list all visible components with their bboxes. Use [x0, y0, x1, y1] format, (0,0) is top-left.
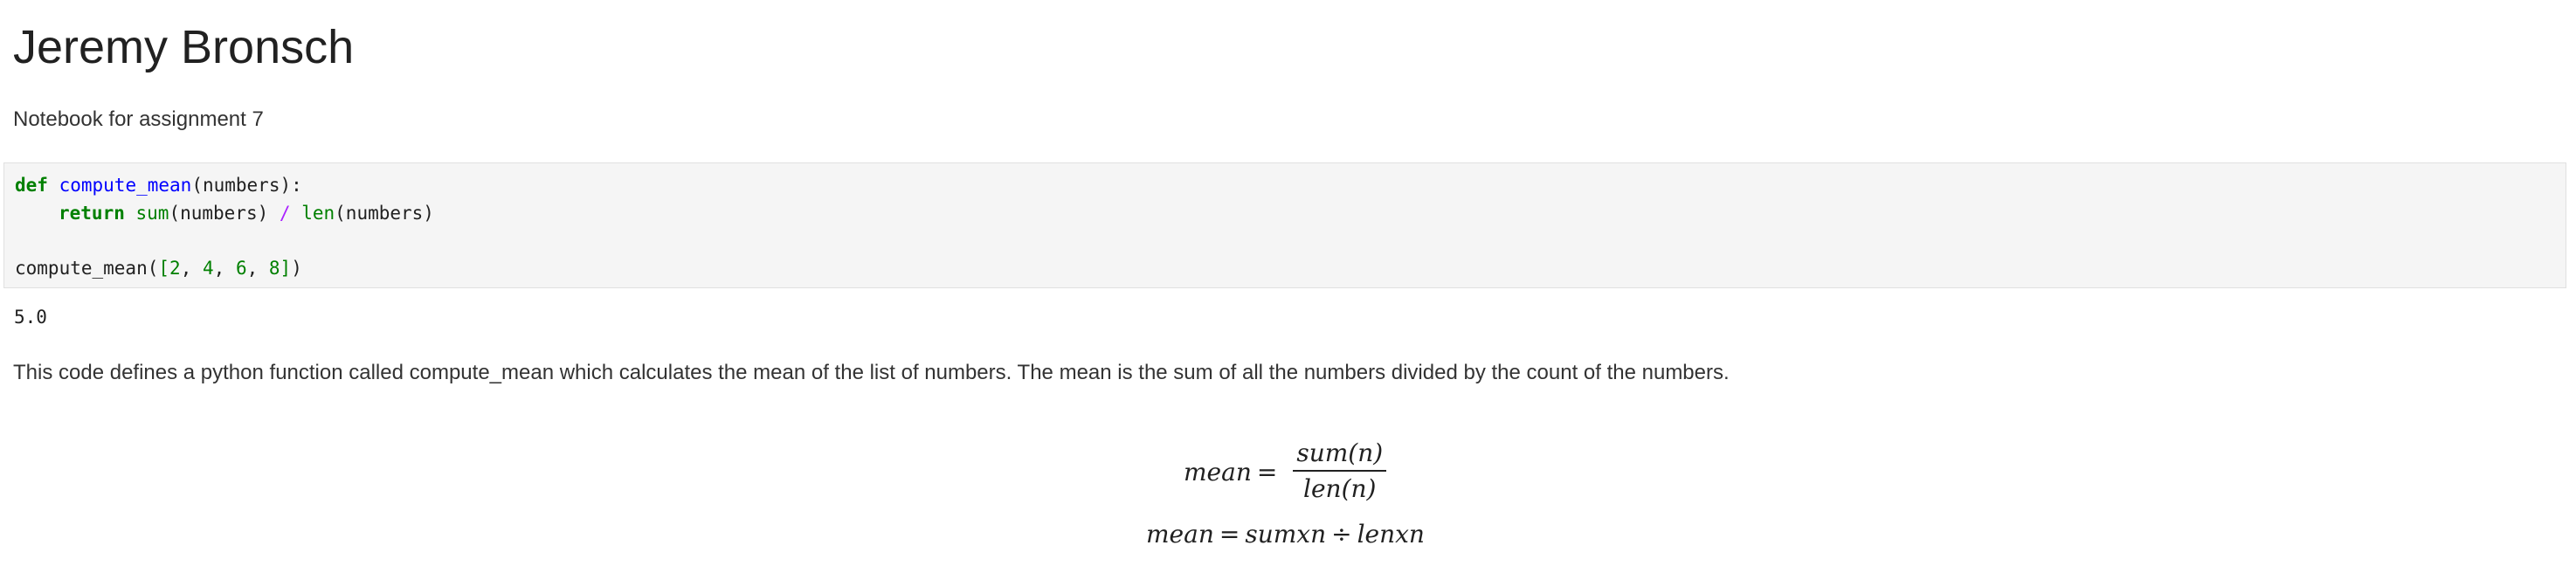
equation-lhs: mean: [1146, 520, 1214, 549]
call-close-paren: ): [291, 258, 302, 279]
divide-sign: ÷: [1331, 520, 1352, 549]
notebook-title: Jeremy Bronsch: [13, 21, 355, 73]
len-args: (numbers): [335, 203, 434, 224]
notebook: Jeremy Bronsch Notebook for assignment 7…: [0, 0, 2576, 566]
list-number: 8: [268, 258, 280, 279]
call-name: compute_mean(: [15, 258, 159, 279]
equation-right-term: lenxn: [1357, 520, 1425, 549]
markdown-description: This code defines a python function call…: [13, 361, 1730, 384]
code-line-1: def compute_mean(numbers):: [15, 172, 302, 198]
list-close-bracket: ]: [280, 258, 292, 279]
function-params: (numbers):: [191, 175, 302, 196]
list-separator: ,: [246, 258, 269, 279]
fraction-numerator: sum(n): [1293, 438, 1387, 472]
code-line-4: compute_mean([2, 4, 6, 8]): [15, 255, 302, 281]
list-separator: ,: [213, 258, 236, 279]
equation-lhs: mean: [1184, 457, 1252, 487]
code-cell[interactable]: def compute_mean(numbers): return sum(nu…: [3, 162, 2566, 288]
list-open-bracket: [: [158, 258, 170, 279]
builtin-len: len: [301, 203, 335, 224]
list-separator: ,: [180, 258, 203, 279]
operator-divide: /: [279, 203, 291, 224]
function-name: compute_mean: [59, 175, 192, 196]
equation-left-term: sumxn: [1245, 520, 1327, 549]
fraction-denominator: len(n): [1303, 474, 1377, 503]
builtin-sum: sum: [135, 203, 169, 224]
keyword-def: def: [15, 175, 48, 196]
list-number: 6: [235, 258, 247, 279]
cell-output: 5.0: [14, 307, 47, 328]
list-number: 2: [169, 258, 181, 279]
equation-division: mean = sumxn ÷ lenxn: [1146, 517, 1425, 552]
equals-sign: =: [1219, 520, 1240, 549]
keyword-return: return: [59, 203, 125, 224]
sum-args: (numbers): [169, 203, 269, 224]
equation-fraction: mean = sum(n) len(n): [1184, 437, 1387, 507]
notebook-subtitle: Notebook for assignment 7: [13, 107, 264, 131]
fraction: sum(n) len(n): [1293, 438, 1387, 505]
list-number: 4: [202, 258, 214, 279]
code-line-2: return sum(numbers) / len(numbers): [59, 200, 434, 226]
equals-sign: =: [1256, 457, 1278, 487]
